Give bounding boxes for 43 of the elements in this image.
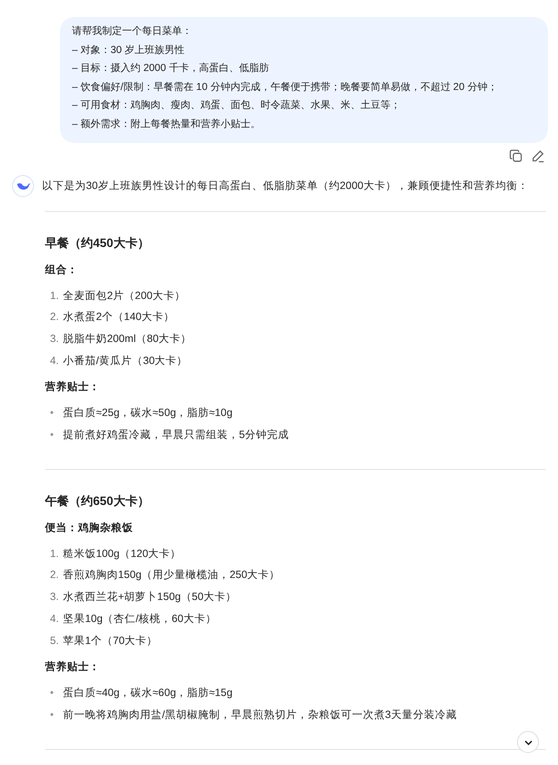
list-marker: 2.	[50, 568, 60, 584]
meal-heading: 午餐（约650大卡）	[45, 492, 150, 510]
food-list-item: 香煎鸡胸肉150g（用少量橄榄油，250大卡）	[63, 568, 280, 584]
meal-subheading: 组合：	[45, 262, 79, 278]
list-marker: 3.	[50, 590, 60, 606]
list-marker: 1.	[50, 288, 60, 304]
list-marker: 4.	[50, 354, 60, 369]
message-line: – 目标：摄入约 2000 千卡，高蛋白、低脂肪	[72, 62, 269, 76]
tips-heading: 营养贴士：	[45, 380, 101, 396]
message-line: – 对象：30 岁上班族男性	[72, 44, 185, 58]
scroll-down-button[interactable]	[517, 731, 539, 753]
message-line: 请帮我制定一个每日菜单：	[72, 24, 192, 39]
tips-heading: 营养贴士：	[45, 660, 101, 676]
tip-list-item: 蛋白质≈40g，碳水≈60g，脂肪≈15g	[63, 686, 232, 702]
message-line: – 额外需求：附上每餐热量和营养小贴士。	[72, 118, 260, 132]
food-list-item: 水煮蛋2个（140大卡）	[63, 310, 175, 326]
list-marker: 3.	[50, 332, 60, 347]
list-marker: •	[50, 406, 55, 422]
tip-list-item: 提前煮好鸡蛋冷藏，早晨只需组装，5分钟完成	[63, 428, 289, 444]
list-marker: •	[50, 428, 55, 444]
food-list-item: 苹果1个（70大卡）	[63, 634, 158, 649]
food-list-item: 小番茄/黄瓜片（30大卡）	[63, 354, 188, 369]
meal-heading: 早餐（约450大卡）	[45, 234, 150, 252]
food-list-item: 糙米饭100g（120大卡）	[63, 546, 182, 562]
edit-icon[interactable]	[531, 148, 545, 163]
list-marker: •	[50, 686, 55, 702]
list-marker: 5.	[50, 634, 60, 649]
copy-icon[interactable]	[509, 148, 523, 163]
reply-intro-text: 以下是为30岁上班族男性设计的每日高蛋白、低脂肪菜单（约2000大卡），兼顾便捷性和营养均衡：	[42, 178, 528, 194]
list-marker: 1.	[50, 546, 60, 562]
message-line: – 饮食偏好/限制：早餐需在 10 分钟内完成，午餐便于携带；晚餐要简单易做，不超过 20 分钟；	[72, 80, 498, 95]
food-list-item: 坚果10g（杏仁/核桃，60大卡）	[63, 612, 216, 627]
meal-subheading: 便当：鸡胸杂粮饭	[45, 520, 134, 536]
tip-list-item: 蛋白质≈25g，碳水≈50g，脂肪≈10g	[63, 406, 232, 422]
food-list-item: 脱脂牛奶200ml（80大卡）	[63, 332, 192, 347]
list-marker: 2.	[50, 310, 60, 326]
tip-list-item: 前一晚将鸡胸肉用盐/黑胡椒腌制，早晨煎熟切片，杂粮饭可一次煮3天量分装冷藏	[63, 708, 457, 723]
food-list-item: 全麦面包2片（200大卡）	[63, 288, 186, 304]
food-list-item: 水煮西兰花+胡萝卜150g（50大卡）	[63, 590, 237, 606]
whale-logo-icon	[12, 174, 34, 197]
list-marker: •	[50, 708, 55, 723]
message-line: – 可用食材：鸡胸肉、瘦肉、鸡蛋、面包、时令蔬菜、水果、米、土豆等；	[72, 98, 400, 114]
list-marker: 4.	[50, 612, 60, 627]
